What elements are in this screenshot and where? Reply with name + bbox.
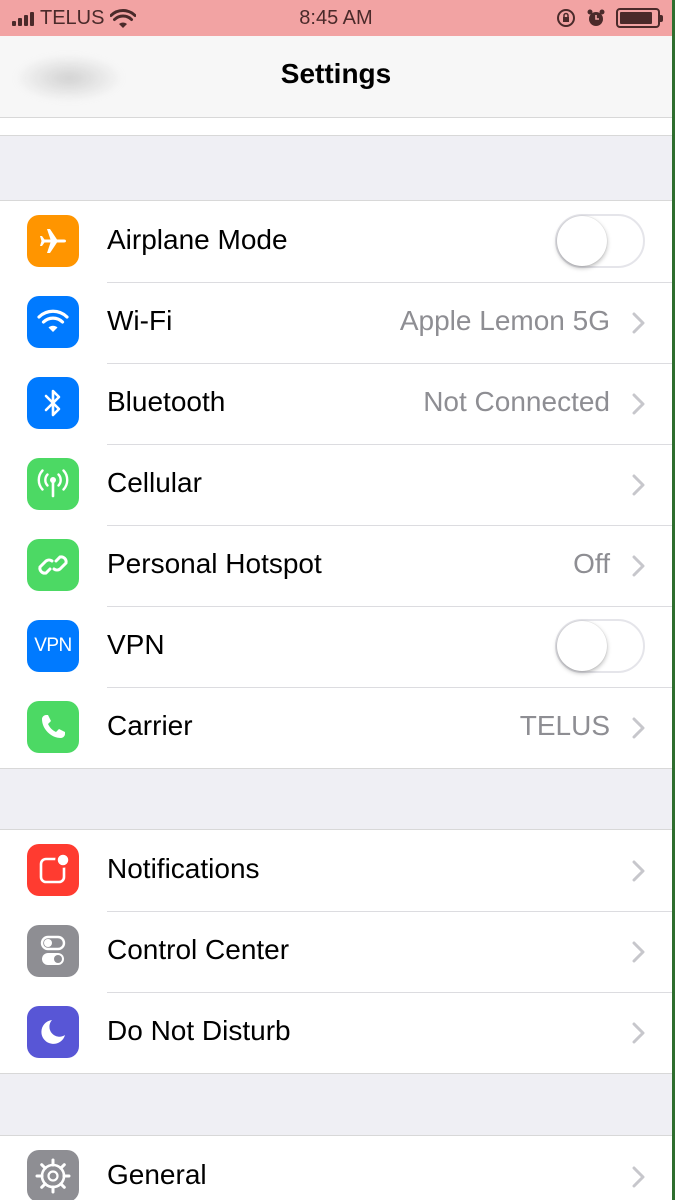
chevron-right-icon [632, 860, 645, 882]
row-label: Do Not Disturb [107, 1015, 291, 1046]
row-label: Notifications [107, 853, 260, 884]
row-label: Wi-Fi [107, 305, 173, 336]
row-label: Carrier [107, 710, 193, 741]
row-do-not-disturb[interactable]: Do Not Disturb [0, 992, 672, 1073]
airplane-mode-toggle[interactable] [555, 214, 645, 268]
moon-icon [27, 1006, 79, 1058]
row-general[interactable]: General [0, 1136, 672, 1200]
airplane-icon [27, 215, 79, 267]
chevron-right-icon [632, 312, 645, 334]
scrolled-cell-edge [0, 118, 672, 136]
alarm-icon [587, 9, 605, 26]
row-label: VPN [107, 629, 165, 660]
connectivity-group: Airplane Mode Wi-Fi Apple Lemon 5G Bluet… [0, 200, 672, 769]
chevron-right-icon [632, 941, 645, 963]
battery-icon [616, 8, 663, 28]
page-title: Settings [280, 58, 392, 89]
row-label: General [107, 1159, 207, 1190]
wifi-icon [27, 296, 79, 348]
bluetooth-icon [27, 377, 79, 429]
general-group: General [0, 1135, 672, 1200]
row-value: TELUS [519, 710, 610, 741]
rotation-lock-icon [557, 9, 575, 27]
navigation-bar: Settings [0, 36, 672, 118]
row-value: Off [573, 548, 610, 579]
row-notifications[interactable]: Notifications [0, 830, 672, 911]
row-value: Not Connected [423, 386, 610, 417]
chevron-right-icon [632, 555, 645, 577]
chevron-right-icon [632, 1166, 645, 1188]
row-label: Cellular [107, 467, 202, 498]
row-wifi[interactable]: Wi-Fi Apple Lemon 5G [0, 282, 672, 363]
toggle-knob [557, 621, 607, 671]
chevron-right-icon [632, 393, 645, 415]
notifications-icon [27, 844, 79, 896]
cellular-antenna-icon [27, 458, 79, 510]
row-cellular[interactable]: Cellular [0, 444, 672, 525]
gear-icon [27, 1150, 79, 1200]
row-label: Control Center [107, 934, 290, 965]
phone-icon [27, 701, 79, 753]
row-airplane-mode[interactable]: Airplane Mode [0, 201, 672, 282]
row-label: Airplane Mode [107, 224, 288, 255]
control-center-icon [27, 925, 79, 977]
vpn-icon: VPN [27, 620, 79, 672]
row-vpn[interactable]: VPN VPN [0, 606, 672, 687]
row-bluetooth[interactable]: Bluetooth Not Connected [0, 363, 672, 444]
row-carrier[interactable]: Carrier TELUS [0, 687, 672, 768]
row-value: Apple Lemon 5G [399, 305, 610, 336]
status-bar: TELUS 8:45 AM [0, 0, 672, 36]
toggle-knob [557, 216, 607, 266]
row-personal-hotspot[interactable]: Personal Hotspot Off [0, 525, 672, 606]
status-right [556, 8, 663, 28]
row-label: Bluetooth [107, 386, 226, 417]
vpn-toggle[interactable] [555, 619, 645, 673]
chevron-right-icon [632, 474, 645, 496]
system-group: Notifications Control Center Do Not Dist… [0, 829, 672, 1074]
row-label: Personal Hotspot [107, 548, 322, 579]
row-control-center[interactable]: Control Center [0, 911, 672, 992]
hotspot-icon [27, 539, 79, 591]
chevron-right-icon [632, 1022, 645, 1044]
chevron-right-icon [632, 717, 645, 739]
